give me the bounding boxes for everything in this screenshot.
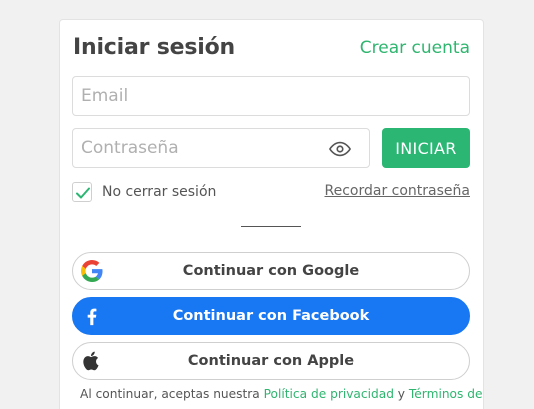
terms-text: Al continuar, aceptas nuestra Política d…: [80, 387, 482, 401]
facebook-icon: [81, 305, 103, 327]
eye-icon[interactable]: [329, 138, 351, 160]
create-account-link[interactable]: Crear cuenta: [360, 38, 470, 58]
remember-me-label: No cerrar sesión: [102, 184, 217, 200]
google-login-button[interactable]: Continuar con Google: [72, 252, 470, 290]
apple-icon: [81, 350, 103, 372]
login-title: Iniciar sesión: [73, 35, 235, 60]
privacy-policy-link[interactable]: Política de privacidad: [264, 387, 394, 401]
terms-link[interactable]: Términos de: [409, 387, 483, 401]
email-input[interactable]: [72, 76, 470, 116]
remember-me-checkbox[interactable]: No cerrar sesión: [72, 182, 216, 202]
facebook-login-button[interactable]: Continuar con Facebook: [72, 297, 470, 335]
google-login-label: Continuar con Google: [182, 263, 360, 279]
login-button[interactable]: INICIAR: [382, 128, 470, 168]
apple-login-button[interactable]: Continuar con Apple: [72, 342, 470, 380]
password-field: [72, 128, 370, 168]
apple-login-label: Continuar con Apple: [187, 353, 355, 369]
divider: [241, 226, 301, 227]
terms-prefix: Al continuar, aceptas nuestra: [80, 387, 264, 401]
terms-connector: y: [393, 387, 409, 401]
login-card: Iniciar sesión Crear cuenta INICIAR No c…: [59, 19, 484, 409]
checkbox-box[interactable]: [72, 182, 92, 202]
facebook-login-label: Continuar con Facebook: [172, 308, 370, 324]
password-input[interactable]: [73, 129, 323, 167]
google-icon: [81, 260, 103, 282]
forgot-password-link[interactable]: Recordar contraseña: [325, 183, 470, 199]
check-icon: [76, 187, 90, 199]
